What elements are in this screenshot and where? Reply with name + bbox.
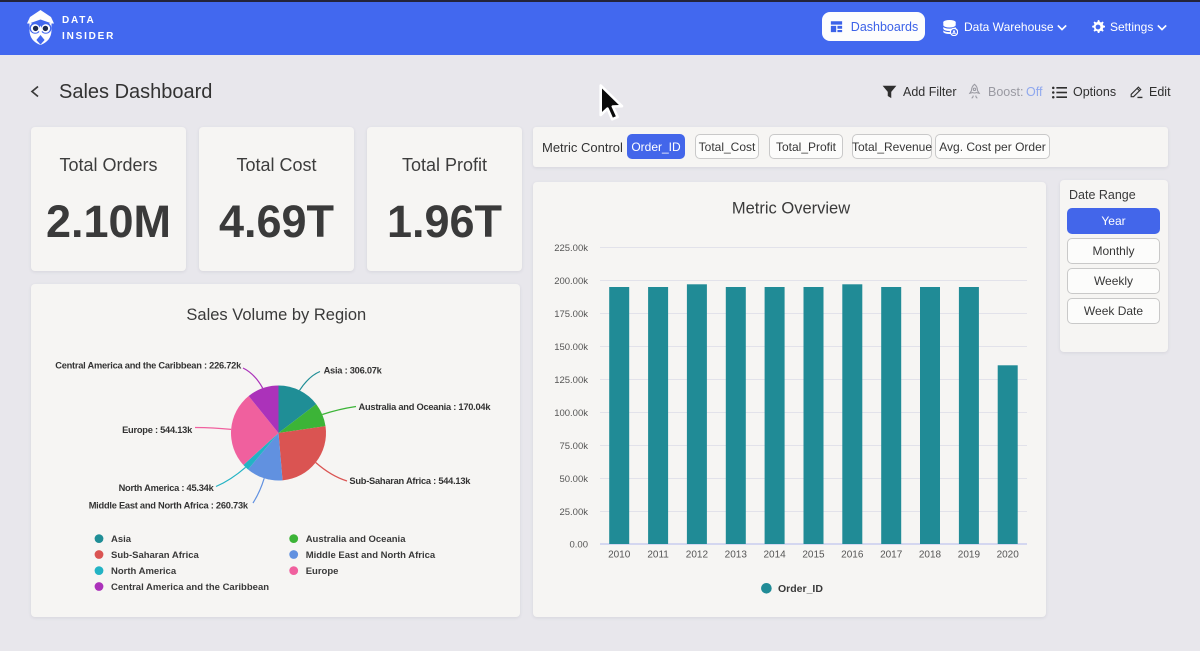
- svg-text:100.00k: 100.00k: [554, 408, 588, 419]
- svg-text:2017: 2017: [880, 549, 903, 560]
- svg-text:Sales Volume by Region: Sales Volume by Region: [186, 306, 366, 324]
- svg-text:Europe : 544.13k: Europe : 544.13k: [122, 425, 193, 435]
- svg-text:Asia : 306.07k: Asia : 306.07k: [324, 366, 383, 376]
- svg-text:175.00k: 175.00k: [554, 309, 588, 320]
- svg-text:150.00k: 150.00k: [554, 342, 588, 353]
- svg-text:25.00k: 25.00k: [559, 507, 588, 518]
- svg-text:Middle East and North Africa: Middle East and North Africa: [306, 550, 436, 561]
- svg-text:2016: 2016: [841, 549, 864, 560]
- svg-text:2010: 2010: [608, 549, 631, 560]
- svg-text:North America : 45.34k: North America : 45.34k: [119, 483, 215, 493]
- svg-text:Australia and Oceania : 170.04: Australia and Oceania : 170.04k: [359, 402, 492, 412]
- svg-text:Sub-Saharan Africa: Sub-Saharan Africa: [111, 550, 200, 561]
- svg-text:2011: 2011: [647, 549, 669, 560]
- svg-text:North America: North America: [111, 566, 177, 577]
- svg-text:2020: 2020: [997, 549, 1020, 560]
- svg-text:Australia and Oceania: Australia and Oceania: [306, 534, 407, 545]
- svg-text:50.00k: 50.00k: [559, 474, 588, 485]
- svg-text:Central America and the Caribb: Central America and the Caribbean: [111, 582, 269, 593]
- svg-text:2013: 2013: [725, 549, 748, 560]
- svg-text:200.00k: 200.00k: [554, 276, 588, 287]
- svg-text:Europe: Europe: [306, 566, 339, 577]
- svg-text:Central America and the Caribb: Central America and the Caribbean : 226.…: [55, 361, 242, 371]
- svg-text:75.00k: 75.00k: [559, 441, 588, 452]
- svg-text:0.00: 0.00: [570, 539, 589, 550]
- svg-text:Asia: Asia: [111, 534, 132, 545]
- svg-text:125.00k: 125.00k: [554, 375, 588, 386]
- svg-text:2018: 2018: [919, 549, 942, 560]
- svg-text:Metric Overview: Metric Overview: [732, 200, 850, 218]
- svg-text:Middle East and North Africa :: Middle East and North Africa : 260.73k: [89, 501, 249, 511]
- svg-text:2015: 2015: [802, 549, 825, 560]
- svg-text:2019: 2019: [958, 549, 981, 560]
- svg-text:2014: 2014: [763, 549, 786, 560]
- svg-text:Sub-Saharan Africa : 544.13k: Sub-Saharan Africa : 544.13k: [349, 476, 471, 486]
- svg-text:225.00k: 225.00k: [554, 243, 588, 254]
- svg-text:Order_ID: Order_ID: [778, 583, 823, 595]
- svg-text:2012: 2012: [686, 549, 709, 560]
